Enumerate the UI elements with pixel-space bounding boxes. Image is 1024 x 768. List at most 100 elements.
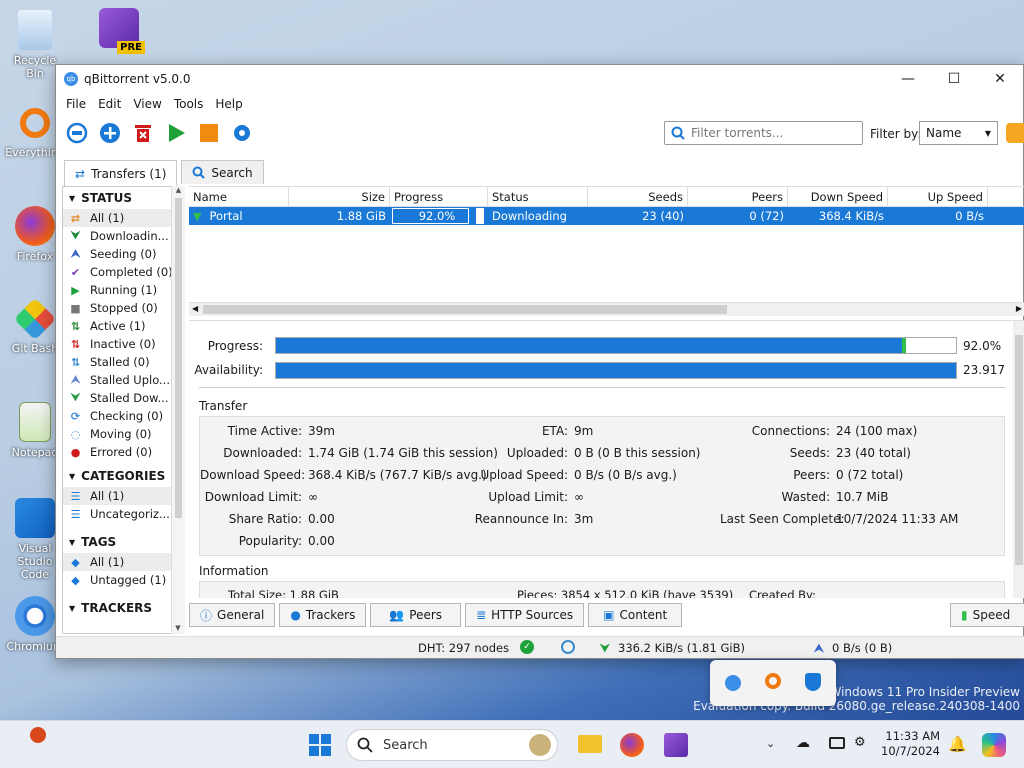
menu-view[interactable]: View [133,97,161,111]
column-seeds[interactable]: Seeds [588,187,688,207]
start-button[interactable] [309,734,331,756]
status-filter-item[interactable]: ⟳ Checking (0) [63,407,184,425]
column-name[interactable]: Name [189,187,289,207]
menu-file[interactable]: File [66,97,86,111]
everything-tray-icon[interactable] [765,673,781,689]
properties-tabs: ⓘ General ● Trackers 👥 Peers ≣ HTTP Sources … [189,603,686,627]
options-button[interactable] [231,122,253,144]
transfer-field-label: Last Seen Complete: [720,512,845,526]
filter-by-select[interactable]: Name ▼ [919,121,998,145]
status-filter-item[interactable]: ▶ Running (1) [63,281,184,299]
tab-search[interactable]: Search [181,160,264,184]
torrent-size: 1.88 GiB [336,209,386,223]
scroll-down-arrow[interactable]: ▼ [172,624,184,632]
status-filter-item[interactable]: ⇅ Inactive (0) [63,335,184,353]
tag-all[interactable]: ◆ All (1) [63,553,184,571]
add-link-button[interactable] [66,122,88,144]
taskbar-clock[interactable]: 11:33 AM 10/7/2024 [880,729,940,759]
status-filter-item[interactable]: ◌ Moving (0) [63,425,184,443]
scroll-thumb[interactable] [1015,335,1023,565]
minimize-button[interactable]: — [885,71,931,87]
column-status[interactable]: Status [488,187,588,207]
tab-peers[interactable]: 👥 Peers [370,603,462,627]
tab-peers-label: Peers [409,608,443,622]
upload-speed[interactable]: 0 B/s (0 B) [832,641,892,655]
scroll-up-arrow[interactable]: ▲ [172,186,185,198]
security-tray-icon[interactable] [805,673,821,691]
transfer-field-value: 23 (40 total) [836,446,911,460]
status-filter-item[interactable]: ⮝ Seeding (0) [63,245,184,263]
tab-trackers[interactable]: ● Trackers [279,603,367,627]
tab-general[interactable]: ⓘ General [189,603,276,627]
menu-tools[interactable]: Tools [174,97,204,111]
display-icon[interactable] [829,737,845,749]
status-filter-item[interactable]: ⮟ Downloadin... [63,227,184,245]
delete-button[interactable] [132,122,154,144]
network-icon[interactable]: ☁ [796,735,810,751]
add-torrent-button[interactable] [99,122,121,144]
column-progress[interactable]: Progress [390,187,488,207]
close-button[interactable]: ✕ [977,71,1023,87]
sidebar-scrollbar[interactable]: ▲ ▼ [171,186,185,634]
tab-http-sources[interactable]: ≣ HTTP Sources [465,603,585,627]
transfer-field-label: Download Limit: [204,490,302,504]
lock-icon[interactable] [1006,123,1024,143]
status-filter-item[interactable]: ● Errored (0) [63,443,184,461]
column-down-speed[interactable]: Down Speed [788,187,888,207]
status-filter-item[interactable]: ✔ Completed (0) [63,263,184,281]
resume-button[interactable] [165,122,187,144]
details-scrollbar[interactable] [1013,321,1024,598]
categories-section-header[interactable]: ▼ CATEGORIES [63,465,184,487]
progress-bar-fill [276,338,906,353]
category-uncategorized[interactable]: ☰ Uncategoriz... [63,505,184,523]
desktop-icon-visual-studio[interactable]: PRE [88,8,150,54]
taskbar-search[interactable]: Search [346,729,558,761]
menu-edit[interactable]: Edit [98,97,121,111]
column-peers[interactable]: Peers [688,187,788,207]
status-filter-item[interactable]: ⮝ Stalled Uplo... [63,371,184,389]
clock-date: 10/7/2024 [881,744,940,758]
download-speed[interactable]: 336.2 KiB/s (1.81 GiB) [618,641,745,655]
scroll-thumb[interactable] [203,305,727,314]
status-filter-item[interactable]: ■ Stopped (0) [63,299,184,317]
firefox-taskbar-icon[interactable] [620,733,644,757]
tags-section-header[interactable]: ▼ TAGS [63,531,184,553]
tag-untagged[interactable]: ◆ Untagged (1) [63,571,184,589]
status-section-header[interactable]: ▼ STATUS [63,187,184,209]
menu-help[interactable]: Help [215,97,242,111]
column-up-speed[interactable]: Up Speed [888,187,988,207]
title-bar[interactable]: qb qBittorrent v5.0.0 — ☐ ✕ [56,65,1023,93]
scroll-left-arrow[interactable]: ◀ [192,304,198,313]
table-horizontal-scrollbar[interactable]: ◀ ▶ [189,302,1024,316]
copilot-icon[interactable] [982,733,1006,757]
stop-button[interactable] [198,122,220,144]
notification-bell-icon[interactable]: 🔔 [948,735,967,753]
speed-button[interactable]: ▮ Speed [950,603,1024,627]
scroll-right-arrow[interactable]: ▶ [1016,304,1022,313]
connection-status-icon[interactable]: ✓ [520,640,534,654]
qbittorrent-tray-icon[interactable] [725,675,741,691]
chevron-up-icon[interactable]: ⌄ [766,737,775,750]
maximize-button[interactable]: ☐ [931,71,977,87]
status-filter-item[interactable]: ⇄ All (1) [63,209,184,227]
transfer-field-value: 0.00 [308,534,335,548]
table-row[interactable]: ▼ Portal 1.88 GiB 92.0% Downloading 23 (… [189,207,1024,225]
tab-transfers[interactable]: ⇄ Transfers (1) [64,160,178,186]
status-filter-item[interactable]: ⇅ Stalled (0) [63,353,184,371]
category-all[interactable]: ☰ All (1) [63,487,184,505]
status-filter-item[interactable]: ⮟ Stalled Dow... [63,389,184,407]
speed-button-label: Speed [972,608,1011,622]
visual-studio-taskbar-icon[interactable] [664,733,688,757]
filter-torrents-search[interactable]: Filter torrents... [664,121,863,145]
torrent-name-cell: ▼ Portal [189,207,289,225]
column-size[interactable]: Size [289,187,390,207]
trackers-section-header[interactable]: ▼ TRACKERS [63,597,184,619]
status-filter-item[interactable]: ⇅ Active (1) [63,317,184,335]
volume-icon[interactable]: ⚙ [854,735,866,750]
alt-speed-icon[interactable] [561,640,575,654]
tab-content[interactable]: ▣ Content [588,603,683,627]
file-explorer-icon[interactable] [578,735,602,753]
transfer-field-label: Wasted: [781,490,830,504]
shuffle-icon: ⇄ [70,211,81,225]
scroll-thumb[interactable] [175,198,182,518]
